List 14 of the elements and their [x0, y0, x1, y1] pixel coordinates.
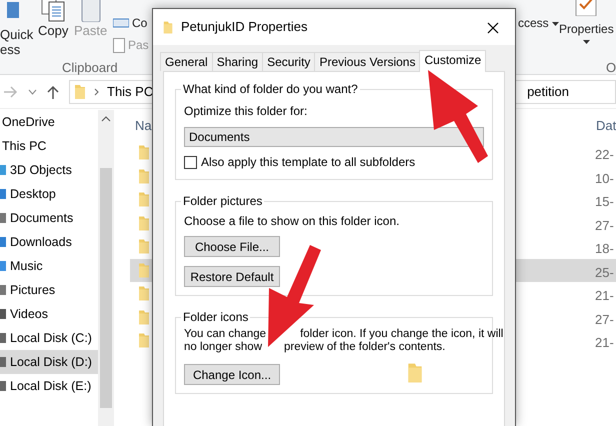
description-text: no longer show — [184, 341, 262, 354]
description-text: preview of the folder's contents. — [284, 341, 446, 354]
group-heading: What kind of folder do you want? — [182, 82, 359, 96]
group-heading: Folder icons — [182, 310, 250, 324]
description-text: folder icon. If you change the icon, it will — [300, 328, 504, 341]
description-text: Choose a file to show on this folder icon. — [184, 213, 400, 230]
path-text: This PC — [107, 82, 154, 101]
description-text: You can change — [184, 328, 266, 341]
group-label: Clipboard — [62, 59, 118, 77]
field-label: Optimize this folder for: — [184, 103, 308, 120]
path-text: petition — [527, 82, 569, 101]
group-label: O — [606, 59, 616, 77]
group-heading: Folder pictures — [182, 194, 264, 208]
dialog-title: PetunjukID Properties — [181, 18, 308, 36]
